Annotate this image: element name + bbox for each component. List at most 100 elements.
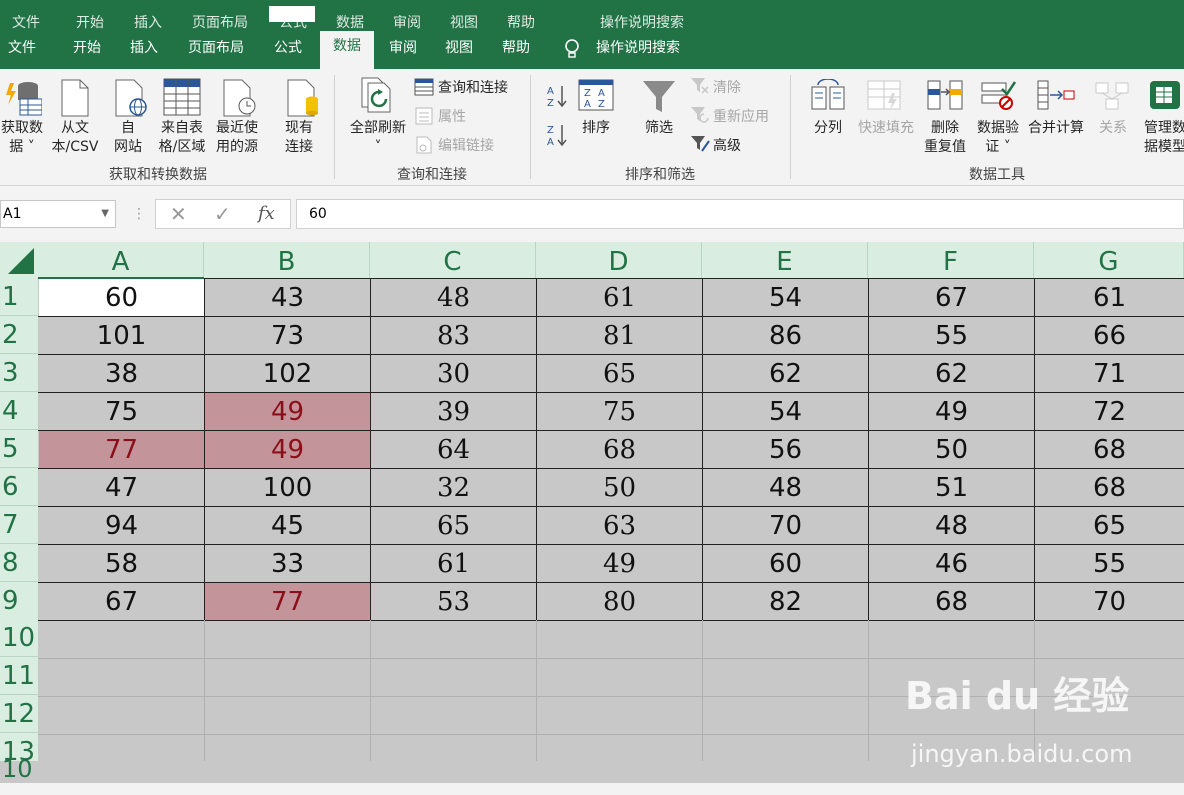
cell-c5[interactable]: 64	[371, 430, 536, 468]
cell-d6[interactable]: 50	[537, 468, 702, 506]
cell-a4[interactable]: 75	[39, 392, 204, 430]
tab-review[interactable]: 审阅	[387, 33, 419, 69]
cell-d2[interactable]: 81	[537, 316, 702, 354]
clear-button[interactable]: 清除	[713, 77, 741, 97]
properties-button[interactable]: 属性	[438, 106, 466, 126]
cell-f10[interactable]	[869, 620, 1034, 658]
row-header-7[interactable]: 7	[0, 506, 38, 544]
cell-g7[interactable]: 65	[1035, 506, 1184, 544]
cell-c2[interactable]: 83	[371, 316, 536, 354]
cell-c4[interactable]: 39	[371, 392, 536, 430]
select-all-corner[interactable]	[0, 242, 38, 278]
cell-e11[interactable]	[703, 658, 868, 696]
cell-d5[interactable]: 68	[537, 430, 702, 468]
cell-b9[interactable]: 77	[205, 582, 370, 620]
cell-e10[interactable]	[703, 620, 868, 658]
cell-b12[interactable]	[205, 696, 370, 734]
cell-a1[interactable]: 60	[39, 278, 204, 316]
cell-a9[interactable]: 67	[39, 582, 204, 620]
cell-a12[interactable]	[39, 696, 204, 734]
cell-d12[interactable]	[537, 696, 702, 734]
cell-a3[interactable]: 38	[39, 354, 204, 392]
cell-f5[interactable]: 50	[869, 430, 1034, 468]
from-web-button[interactable]: 自 网站	[110, 119, 146, 157]
remove-duplicates-button[interactable]: 删除 重复值	[918, 119, 972, 157]
cell-f7[interactable]: 48	[869, 506, 1034, 544]
name-box[interactable]: A1 ▼	[0, 200, 116, 228]
cell-e5[interactable]: 56	[703, 430, 868, 468]
cell-f4[interactable]: 49	[869, 392, 1034, 430]
row-header-12[interactable]: 12	[0, 695, 38, 733]
cell-b6[interactable]: 100	[205, 468, 370, 506]
cell-f8[interactable]: 46	[869, 544, 1034, 582]
cell-a2[interactable]: 101	[39, 316, 204, 354]
formula-bar-grip-icon[interactable]: ⋮	[132, 206, 146, 222]
cell-c7[interactable]: 65	[371, 506, 536, 544]
from-table-button[interactable]: 来自表 格/区域	[153, 119, 211, 157]
queries-connections-button[interactable]: 查询和连接	[438, 77, 508, 97]
filter-button[interactable]: 筛选	[638, 119, 680, 138]
advanced-button[interactable]: 高级	[713, 135, 741, 155]
consolidate-button[interactable]: 合并计算	[1024, 119, 1088, 138]
data-validation-button[interactable]: 数据验 证 ˅	[972, 119, 1024, 157]
cell-e8[interactable]: 60	[703, 544, 868, 582]
cell-f9[interactable]: 68	[869, 582, 1034, 620]
cell-a6[interactable]: 47	[39, 468, 204, 506]
cancel-icon[interactable]: ✕	[170, 202, 187, 226]
column-header-e[interactable]: E	[702, 242, 868, 278]
enter-icon[interactable]: ✓	[214, 202, 231, 226]
existing-connections-button[interactable]: 现有 连接	[280, 119, 318, 157]
cell-b2[interactable]: 73	[205, 316, 370, 354]
cell-a11[interactable]	[39, 658, 204, 696]
cell-b4[interactable]: 49	[205, 392, 370, 430]
chevron-down-icon[interactable]: ▼	[101, 201, 109, 227]
cell-e1[interactable]: 54	[703, 278, 868, 316]
insert-function-icon[interactable]: fx	[258, 203, 275, 224]
column-header-g[interactable]: G	[1034, 242, 1184, 278]
get-data-button[interactable]: 获取数 据 ˅	[0, 119, 44, 157]
cell-f3[interactable]: 62	[869, 354, 1034, 392]
row-header-3[interactable]: 3	[0, 354, 38, 392]
recent-sources-button[interactable]: 最近使 用的源	[210, 119, 264, 157]
row-header-9[interactable]: 9	[0, 582, 38, 620]
tab-file[interactable]: 文件	[6, 33, 38, 69]
reapply-button[interactable]: 重新应用	[713, 106, 769, 126]
cell-d11[interactable]	[537, 658, 702, 696]
tab-page-layout[interactable]: 页面布局	[186, 33, 246, 69]
row-header-11[interactable]: 11	[0, 657, 38, 695]
cell-c8[interactable]: 61	[371, 544, 536, 582]
cell-d7[interactable]: 63	[537, 506, 702, 544]
cell-g8[interactable]: 55	[1035, 544, 1184, 582]
column-header-c[interactable]: C	[370, 242, 536, 278]
text-to-columns-button[interactable]: 分列	[808, 119, 848, 138]
cell-c3[interactable]: 30	[371, 354, 536, 392]
row-header-10[interactable]: 10	[0, 619, 38, 657]
cell-g5[interactable]: 68	[1035, 430, 1184, 468]
cell-a8[interactable]: 58	[39, 544, 204, 582]
tab-view[interactable]: 视图	[443, 33, 475, 69]
cell-g6[interactable]: 68	[1035, 468, 1184, 506]
cell-f1[interactable]: 67	[869, 278, 1034, 316]
cell-b8[interactable]: 33	[205, 544, 370, 582]
tab-home[interactable]: 开始	[71, 33, 103, 69]
cell-a5[interactable]: 77	[39, 430, 204, 468]
column-header-f[interactable]: F	[868, 242, 1034, 278]
cell-c10[interactable]	[371, 620, 536, 658]
cell-d9[interactable]: 80	[537, 582, 702, 620]
cell-g10[interactable]	[1035, 620, 1184, 658]
cell-e2[interactable]: 86	[703, 316, 868, 354]
formula-input[interactable]: 60	[296, 199, 1184, 229]
cell-c11[interactable]	[371, 658, 536, 696]
cell-f6[interactable]: 51	[869, 468, 1034, 506]
cell-c12[interactable]	[371, 696, 536, 734]
cell-b5[interactable]: 49	[205, 430, 370, 468]
from-csv-button[interactable]: 从文 本/CSV	[50, 119, 100, 157]
cell-g2[interactable]: 66	[1035, 316, 1184, 354]
cell-b3[interactable]: 102	[205, 354, 370, 392]
cell-c1[interactable]: 48	[371, 278, 536, 316]
cell-e6[interactable]: 48	[703, 468, 868, 506]
row-header-4[interactable]: 4	[0, 392, 38, 430]
tell-me-search[interactable]: 操作说明搜索	[594, 33, 682, 69]
cell-e7[interactable]: 70	[703, 506, 868, 544]
row-header-2[interactable]: 2	[0, 316, 38, 354]
